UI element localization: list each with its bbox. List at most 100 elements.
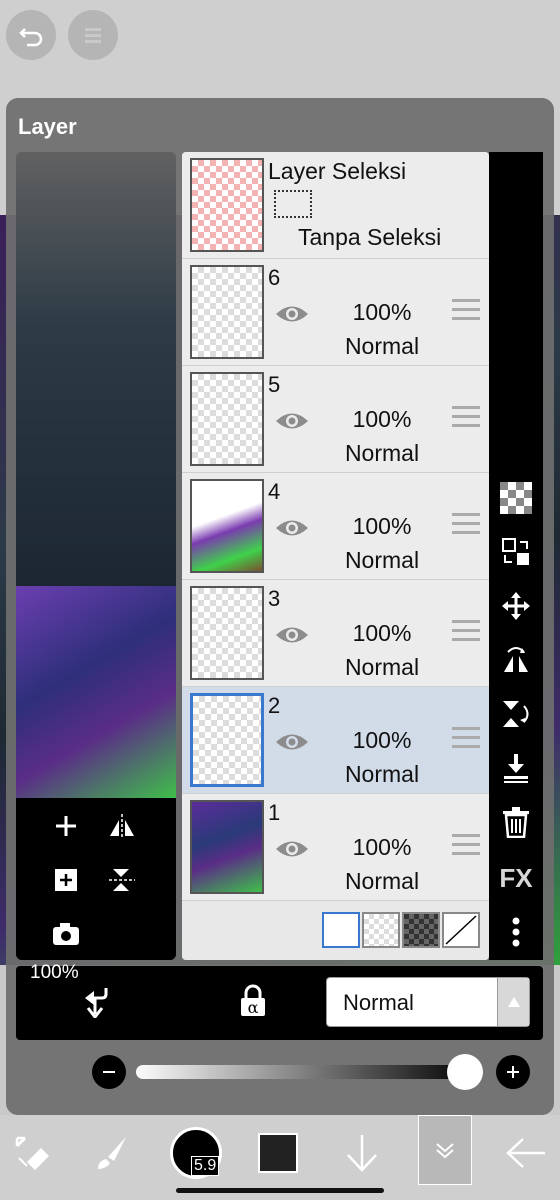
layer-row-selected[interactable]: 2 100% Normal — [182, 687, 489, 794]
clipping-button[interactable] — [80, 984, 110, 1023]
layer-number: 2 — [268, 693, 281, 718]
alpha-lock-button[interactable]: α — [238, 984, 268, 1023]
back-button[interactable] — [498, 1125, 554, 1181]
layer-blend-mode: Normal — [344, 333, 420, 359]
more-vertical-icon — [512, 917, 520, 947]
opacity-increase-button[interactable] — [496, 1055, 530, 1089]
selection-transform-button[interactable] — [4, 1125, 60, 1181]
layer-thumbnail — [190, 800, 264, 894]
layer-thumbnail — [190, 693, 264, 787]
flip-layer-vertical-button[interactable] — [496, 694, 536, 734]
add-layer-copy-button[interactable] — [46, 860, 86, 900]
background-white-swatch[interactable] — [322, 912, 360, 948]
arrow-left-icon — [506, 1138, 545, 1168]
flip-vertical-button[interactable] — [102, 860, 142, 900]
plus-icon — [507, 1066, 519, 1078]
layer-blend-mode: Normal — [344, 654, 420, 680]
opacity-slider-track[interactable] — [136, 1065, 476, 1079]
none-slash-icon — [445, 915, 477, 945]
layer-blend-mode: Normal — [344, 761, 420, 787]
brush-size-indicator: 5.9 — [170, 1127, 222, 1179]
selection-layer-title: Layer Seleksi — [268, 158, 407, 184]
opacity-decrease-button[interactable] — [92, 1055, 126, 1089]
flip-horizontal-icon — [504, 647, 528, 672]
move-arrows-icon — [502, 592, 530, 620]
layer-thumbnail — [190, 265, 264, 359]
background-transparent-swatch[interactable] — [362, 912, 400, 948]
triangle-up-icon — [507, 997, 520, 1007]
preview-zoomed-art — [16, 152, 176, 586]
clipping-arrow-icon — [85, 988, 108, 1020]
add-layer-button[interactable] — [46, 806, 86, 846]
merge-down-button[interactable] — [496, 748, 536, 788]
layer-opacity: 100% — [352, 727, 412, 753]
brush-icon — [98, 1137, 126, 1169]
preview-thumbnail[interactable] — [16, 586, 176, 798]
flip-horizontal-button[interactable] — [102, 806, 142, 846]
brush-size-button[interactable]: 5.9 — [168, 1125, 224, 1181]
svg-text:α: α — [248, 998, 259, 1017]
undo-button[interactable] — [6, 10, 56, 60]
swap-layer-button[interactable] — [496, 532, 536, 572]
arrow-down-icon — [347, 1135, 377, 1172]
drag-handle-icon[interactable] — [452, 727, 480, 749]
drag-handle-icon[interactable] — [452, 513, 480, 535]
eye-icon[interactable] — [274, 731, 310, 753]
trash-icon — [503, 807, 529, 838]
layer-row[interactable]: 1 100% Normal — [182, 794, 489, 901]
layer-blend-mode: Normal — [344, 868, 420, 894]
opacity-slider-knob[interactable] — [447, 1054, 483, 1090]
color-picker-button[interactable] — [250, 1125, 306, 1181]
flip-vertical-icon — [503, 701, 529, 727]
more-options-button[interactable] — [496, 912, 536, 952]
layer-row[interactable]: 6 100% Normal — [182, 259, 489, 366]
background-dark-transparent-swatch[interactable] — [402, 912, 440, 948]
blend-mode-select[interactable]: Normal — [326, 977, 530, 1027]
fx-button[interactable]: FX — [496, 858, 536, 898]
home-indicator — [176, 1188, 384, 1193]
eye-icon[interactable] — [274, 303, 310, 325]
selection-layer-thumbnail — [190, 158, 264, 252]
layer-row[interactable]: 4 100% Normal — [182, 473, 489, 580]
checkerboard-icon — [500, 482, 532, 514]
blend-mode-arrow[interactable] — [497, 978, 529, 1026]
canvas-preview[interactable] — [16, 152, 176, 960]
flip-layer-horizontal-button[interactable] — [496, 640, 536, 680]
transform-eraser-icon — [15, 1136, 49, 1170]
flip-vertical-icon — [109, 869, 135, 891]
camera-button[interactable] — [46, 914, 86, 954]
layer-row[interactable]: 3 100% Normal — [182, 580, 489, 687]
layer-number: 3 — [268, 586, 281, 611]
layer-panel-button[interactable] — [418, 1115, 472, 1185]
minus-icon — [103, 1071, 115, 1073]
eye-icon[interactable] — [274, 624, 310, 646]
add-layer-box-icon — [55, 869, 77, 891]
right-toolbar: FX — [489, 152, 543, 960]
eye-icon[interactable] — [274, 517, 310, 539]
layer-row[interactable]: 5 100% Normal — [182, 366, 489, 473]
eye-icon[interactable] — [274, 410, 310, 432]
selection-layer-status: Tanpa Seleksi — [298, 224, 442, 250]
layer-list: Layer Seleksi Tanpa Seleksi 6 100% Norma… — [182, 152, 489, 960]
delete-layer-button[interactable] — [496, 802, 536, 842]
menu-button[interactable] — [68, 10, 118, 60]
drag-handle-icon[interactable] — [452, 834, 480, 856]
move-button[interactable] — [496, 586, 536, 626]
transparency-button[interactable] — [496, 478, 536, 518]
selection-layer-row[interactable]: Layer Seleksi Tanpa Seleksi — [182, 152, 489, 259]
layer-opacity: 100% — [352, 513, 412, 539]
drag-handle-icon[interactable] — [452, 406, 480, 428]
stack-menu-icon — [85, 28, 101, 43]
eye-icon[interactable] — [274, 838, 310, 860]
layer-down-button[interactable] — [334, 1125, 390, 1181]
background-none-swatch[interactable] — [442, 912, 480, 948]
background-color-options — [182, 902, 489, 960]
brush-tool-button[interactable] — [84, 1125, 140, 1181]
layer-thumbnail — [190, 479, 264, 573]
drag-handle-icon[interactable] — [452, 299, 480, 321]
swap-layers-icon — [502, 538, 529, 565]
layer-number: 6 — [268, 265, 281, 290]
layer-opacity: 100% — [352, 299, 412, 325]
blend-mode-value: Normal — [343, 990, 414, 1015]
drag-handle-icon[interactable] — [452, 620, 480, 642]
